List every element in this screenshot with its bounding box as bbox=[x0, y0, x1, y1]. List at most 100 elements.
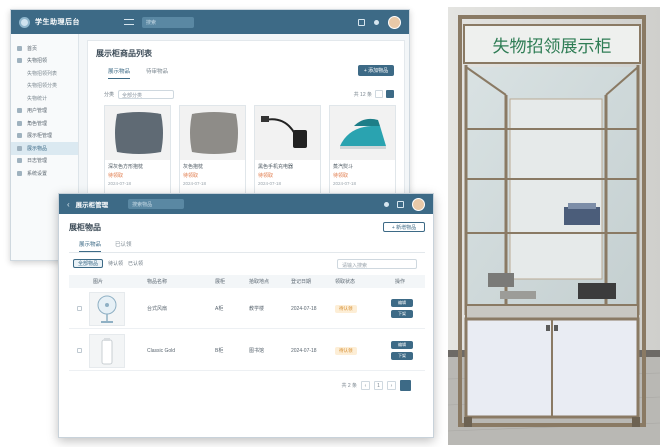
top-bar: 学生助理后台 搜索 bbox=[11, 10, 409, 34]
sidebar-item[interactable]: 失物统计 bbox=[11, 92, 78, 105]
table-header: 图片 物品名称 展柜 拾取地点 登记日期 领取状态 操作 bbox=[69, 275, 425, 288]
col-image: 图片 bbox=[93, 279, 104, 285]
sidebar-item-label: 日志管理 bbox=[27, 158, 48, 165]
table-row[interactable]: 台式风扇 A柜 教学楼 2024-07-18 待认领 编辑 下架 bbox=[69, 289, 425, 329]
notification-icon[interactable] bbox=[384, 201, 389, 207]
item-cabinet: B柜 bbox=[215, 348, 224, 354]
add-item-button[interactable]: + 添加物品 bbox=[358, 65, 394, 76]
page-next-icon[interactable]: › bbox=[387, 381, 396, 390]
sidebar-item-label: 失物统计 bbox=[27, 95, 48, 102]
item-thumbnail bbox=[89, 291, 125, 326]
product-name: 灰色抱枕 bbox=[183, 164, 204, 170]
row-checkbox[interactable] bbox=[77, 306, 82, 311]
sidebar-item-label: 角色管理 bbox=[27, 120, 48, 127]
filter-label: 分类 bbox=[104, 92, 115, 98]
avatar[interactable] bbox=[412, 197, 425, 211]
product-image bbox=[255, 106, 320, 160]
product-card[interactable]: 灰色抱枕待领取 2024-07-18 bbox=[179, 105, 246, 195]
sidebar-item[interactable]: 首页 bbox=[11, 42, 78, 55]
remove-button[interactable]: 下架 bbox=[391, 352, 413, 360]
notification-icon[interactable] bbox=[374, 19, 379, 25]
product-card[interactable]: 黑色手机充电器 待领取 2024-07-18 bbox=[254, 105, 321, 195]
sidebar-item-label: 展示物品 bbox=[27, 145, 48, 152]
product-card[interactable]: 蒸汽熨斗 待领取 2024-07-18 bbox=[329, 105, 396, 195]
app-logo-icon bbox=[19, 16, 30, 28]
sidebar-item-label: 首页 bbox=[27, 45, 38, 52]
table-search-input[interactable]: 请输入搜索 bbox=[337, 259, 417, 269]
tab-pending-items[interactable]: 待审物品 bbox=[146, 67, 168, 79]
search-input[interactable]: 搜索 bbox=[142, 16, 194, 28]
product-status: 待领取 bbox=[183, 173, 199, 179]
menu-item-icon bbox=[17, 158, 22, 164]
app-title-front: 展示柜管理 bbox=[75, 202, 109, 209]
fullscreen-icon[interactable] bbox=[358, 18, 365, 26]
sidebar-item-label: 用户管理 bbox=[27, 108, 48, 115]
list-view-icon[interactable] bbox=[375, 90, 383, 98]
category-filter: 分类 全部分类 bbox=[104, 90, 175, 99]
category-select[interactable]: 全部分类 bbox=[118, 90, 175, 99]
sidebar-item[interactable]: 失物招领 bbox=[11, 55, 78, 68]
row-checkbox[interactable] bbox=[77, 348, 82, 353]
menu-toggle-icon[interactable] bbox=[124, 19, 134, 25]
sidebar-item-label: 失物招领分类 bbox=[27, 83, 58, 90]
menu-item-icon bbox=[17, 145, 22, 151]
top-bar-front: ‹ 展示柜管理 搜索物品 bbox=[59, 194, 433, 214]
menu-item-icon bbox=[17, 170, 22, 176]
new-item-button[interactable]: + 新增物品 bbox=[383, 222, 425, 232]
page-number[interactable]: 1 bbox=[374, 381, 383, 390]
sidebar-item[interactable]: 用户管理 bbox=[11, 105, 78, 118]
page-go-button[interactable] bbox=[400, 380, 411, 391]
view-pager: 共 12 条 bbox=[354, 90, 394, 98]
product-date: 2024-07-18 bbox=[108, 181, 132, 186]
sidebar-item-label: 失物招领 bbox=[27, 58, 48, 65]
tab-display-items[interactable]: 展示物品 bbox=[79, 240, 102, 252]
tab-display-items[interactable]: 展示物品 bbox=[108, 67, 131, 79]
col-name: 物品名称 bbox=[147, 279, 168, 285]
edit-button[interactable]: 编辑 bbox=[391, 299, 413, 307]
edit-button[interactable]: 编辑 bbox=[391, 341, 413, 349]
table-row[interactable]: Classic Gold B柜 图书馆 2024-07-18 待认领 编辑 下架 bbox=[69, 331, 425, 371]
sidebar-item[interactable]: 失物招领分类 bbox=[11, 80, 78, 93]
avatar[interactable] bbox=[388, 15, 401, 29]
col-cabinet[interactable]: 展柜 bbox=[215, 278, 225, 285]
tab-claimed[interactable]: 已认领 bbox=[115, 240, 132, 252]
product-name: 黑色手机充电器 bbox=[258, 164, 294, 170]
filter-chip-all[interactable]: 全部物品 bbox=[73, 259, 104, 268]
row-actions: 编辑 下架 bbox=[391, 299, 413, 318]
status-filters: 全部物品 待认领 已认领 bbox=[73, 259, 143, 268]
product-name: 深灰色方形抱枕 bbox=[108, 164, 144, 170]
status-badge: 待认领 bbox=[335, 304, 357, 313]
item-location: 教学楼 bbox=[249, 306, 265, 312]
product-image bbox=[330, 106, 395, 160]
sidebar-item-label: 失物招领列表 bbox=[27, 70, 58, 77]
sidebar-item[interactable]: 失物招领列表 bbox=[11, 67, 78, 80]
filter-chip-pending[interactable]: 待认领 bbox=[108, 260, 123, 267]
remove-button[interactable]: 下架 bbox=[391, 310, 413, 318]
tab-bar-front: 展示物品 已认领 bbox=[79, 240, 132, 252]
cabinet-illustration: 失物招领展示柜 bbox=[448, 7, 660, 445]
filter-chip-claimed[interactable]: 已认领 bbox=[128, 260, 143, 267]
fullscreen-icon[interactable] bbox=[397, 200, 404, 208]
page-prev-icon[interactable]: ‹ bbox=[361, 381, 370, 390]
sidebar-item[interactable]: 日志管理 bbox=[11, 155, 78, 168]
grid-view-icon[interactable] bbox=[386, 90, 394, 98]
sidebar-item[interactable]: 展示物品 bbox=[11, 142, 78, 155]
admin-window-front: ‹ 展示柜管理 搜索物品 展柜物品 + 新增物品 展示物品 已认领 全部物品 待… bbox=[58, 193, 434, 438]
search-input-front[interactable]: 搜索物品 bbox=[128, 199, 185, 209]
sidebar-item[interactable]: 角色管理 bbox=[11, 117, 78, 130]
sidebar-item[interactable]: 系统设置 bbox=[11, 167, 78, 180]
menu-item-icon bbox=[17, 120, 22, 126]
product-date: 2024-07-18 bbox=[183, 181, 207, 186]
item-date: 2024-07-18 bbox=[291, 347, 317, 354]
menu-item-icon bbox=[17, 108, 22, 114]
product-card[interactable]: 深灰色方形抱枕 待领取 2024-07-18 bbox=[104, 105, 171, 195]
col-actions: 操作 bbox=[395, 279, 406, 285]
back-arrow-icon[interactable]: ‹ bbox=[67, 200, 70, 209]
pagination: 共 2 条 ‹ 1 › bbox=[341, 380, 411, 391]
product-status: 待领取 bbox=[108, 173, 124, 179]
menu-item-icon bbox=[17, 133, 22, 139]
product-image bbox=[180, 106, 245, 160]
menu-item-icon bbox=[17, 58, 22, 64]
sidebar-item[interactable]: 展示柜管理 bbox=[11, 130, 78, 143]
display-cabinet-photo: 失物招领展示柜 bbox=[448, 7, 660, 445]
